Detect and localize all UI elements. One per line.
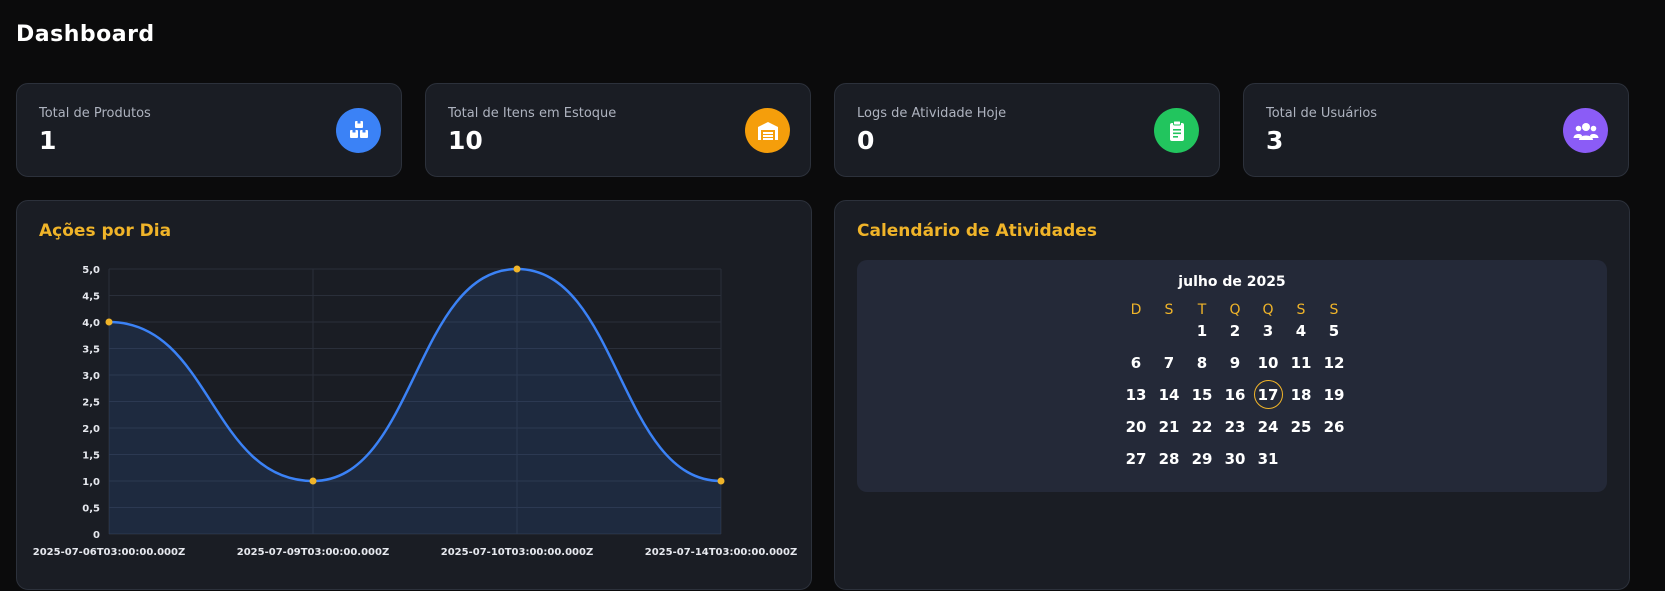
stat-card-stock-items: Total de Itens em Estoque 10 (425, 83, 811, 177)
calendar-day[interactable]: 3 (1251, 317, 1285, 345)
users-icon (1563, 108, 1608, 153)
x-tick-label: 2025-07-10T03:00:00.000Z (441, 547, 593, 558)
x-tick-label: 2025-07-06T03:00:00.000Z (33, 547, 185, 558)
stat-card-activity-logs: Logs de Atividade Hoje 0 (834, 83, 1220, 177)
boxes-icon (336, 108, 381, 153)
y-tick-label: 1,5 (82, 451, 100, 462)
calendar-day[interactable]: 19 (1317, 381, 1351, 409)
calendar-day[interactable]: 24 (1251, 413, 1285, 441)
calendar-day[interactable]: 31 (1251, 445, 1285, 473)
data-point (105, 318, 113, 326)
calendar-day[interactable]: 1 (1185, 317, 1219, 345)
calendar-day[interactable]: 14 (1152, 381, 1186, 409)
stat-value: 3 (1266, 126, 1284, 155)
series-area (109, 269, 721, 534)
stat-value: 10 (448, 126, 483, 155)
calendar-day[interactable]: 27 (1119, 445, 1153, 473)
y-tick-label: 4,0 (82, 318, 100, 329)
calendar-day[interactable]: 2 (1218, 317, 1252, 345)
y-tick-label: 1,0 (82, 477, 100, 488)
warehouse-icon (745, 108, 790, 153)
x-tick-label: 2025-07-09T03:00:00.000Z (237, 547, 389, 558)
calendar-day[interactable]: 28 (1152, 445, 1186, 473)
stat-label: Total de Itens em Estoque (448, 106, 617, 121)
y-tick-label: 3,0 (82, 371, 100, 382)
y-tick-label: 2,5 (82, 398, 100, 409)
y-tick-label: 0 (93, 530, 100, 541)
actions-per-day-panel: Ações por Dia 0 0,5 1,0 1,5 2,0 2,5 3,0 3,5 4,0 4… (16, 200, 812, 590)
activity-calendar-panel: Calendário de Atividades julho de 2025 D… (834, 200, 1630, 590)
y-tick-label: 5,0 (82, 265, 100, 276)
data-point (717, 477, 725, 485)
calendar-weekday-header: D (1130, 302, 1142, 318)
calendar-day[interactable]: 25 (1284, 413, 1318, 441)
x-tick-label: 2025-07-14T03:00:00.000Z (645, 547, 797, 558)
calendar-day[interactable]: 21 (1152, 413, 1186, 441)
y-tick-label: 2,0 (82, 424, 100, 435)
calendar-day[interactable]: 11 (1284, 349, 1318, 377)
actions-line-chart: 0 0,5 1,0 1,5 2,0 2,5 3,0 3,5 4,0 4,5 5,0 2025-07-0… (33, 265, 797, 558)
calendar-day[interactable]: 4 (1284, 317, 1318, 345)
calendar-day[interactable]: 30 (1218, 445, 1252, 473)
calendar-day[interactable]: 26 (1317, 413, 1351, 441)
calendar-day[interactable]: 29 (1185, 445, 1219, 473)
page-title: Dashboard (16, 22, 155, 47)
calendar-day[interactable]: 16 (1218, 381, 1252, 409)
calendar-day[interactable]: 6 (1119, 349, 1153, 377)
stat-card-users: Total de Usuários 3 (1243, 83, 1629, 177)
calendar-day[interactable]: 20 (1119, 413, 1153, 441)
y-tick-label: 3,5 (82, 345, 100, 356)
calendar-day[interactable]: 18 (1284, 381, 1318, 409)
stat-label: Total de Usuários (1266, 106, 1378, 121)
calendar-day[interactable]: 13 (1119, 381, 1153, 409)
calendar-day[interactable]: 9 (1218, 349, 1252, 377)
y-tick-label: 0,5 (82, 504, 100, 515)
calendar-day[interactable]: 22 (1185, 413, 1219, 441)
data-point (309, 477, 317, 485)
stat-label: Logs de Atividade Hoje (857, 106, 1007, 121)
calendar-weekday-header: S (1164, 302, 1174, 318)
panel-title: Calendário de Atividades (857, 221, 1097, 241)
calendar-day-today[interactable]: 17 (1251, 380, 1285, 409)
stat-value: 0 (857, 126, 875, 155)
calendar-month-label: julho de 2025 (1178, 274, 1286, 290)
clipboard-list-icon (1154, 108, 1199, 153)
stat-value: 1 (39, 126, 57, 155)
calendar-day[interactable]: 12 (1317, 349, 1351, 377)
calendar: julho de 2025 D S T Q Q S S 1 2 3 4 5 6 7 8 9 10 11 12 13 14… (857, 260, 1607, 492)
y-tick-label: 4,5 (82, 292, 100, 303)
stat-label: Total de Produtos (39, 106, 151, 121)
stat-card-products: Total de Produtos 1 (16, 83, 402, 177)
data-point (513, 265, 521, 273)
calendar-day[interactable]: 15 (1185, 381, 1219, 409)
calendar-day[interactable]: 5 (1317, 317, 1351, 345)
calendar-day[interactable]: 8 (1185, 349, 1219, 377)
calendar-day[interactable]: 23 (1218, 413, 1252, 441)
calendar-day[interactable]: 7 (1152, 349, 1186, 377)
calendar-day[interactable]: 10 (1251, 349, 1285, 377)
